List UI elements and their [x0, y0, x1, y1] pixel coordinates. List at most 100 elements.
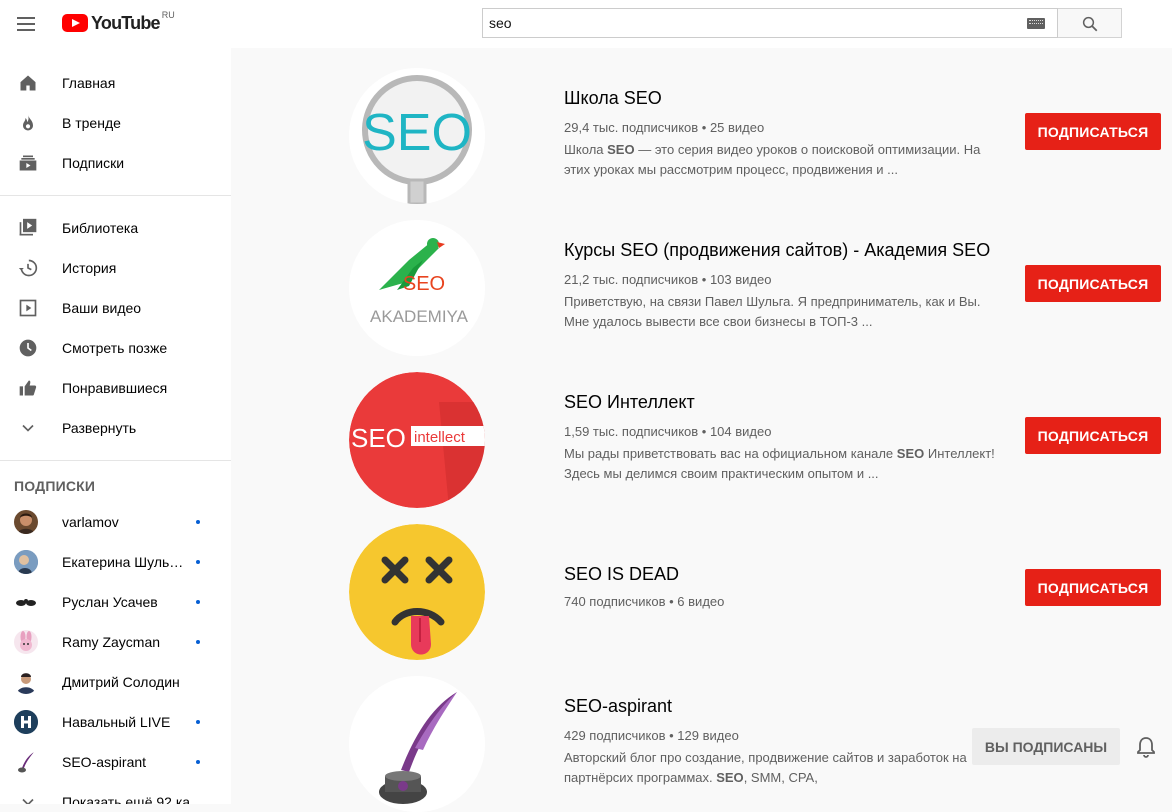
sidebar-item-label: Ваши видео [62, 300, 142, 316]
top-bar: YouTube RU [0, 0, 1172, 48]
subscriptions-section-title: ПОДПИСКИ [14, 478, 96, 494]
sidebar-item-home[interactable]: Главная [0, 63, 231, 103]
home-icon [16, 71, 40, 95]
channel-meta: 740 подписчиков • 6 видео [564, 594, 725, 609]
subscribe-button[interactable]: ПОДПИСАТЬСЯ [1025, 265, 1161, 302]
subscription-name: varlamov [62, 514, 119, 530]
new-content-dot [196, 720, 200, 724]
channel-result: SEO IS DEAD 740 подписчиков • 6 видео ПО… [231, 504, 1172, 660]
channel-result: SEO AKADEMIYA Курсы SEO (продвижения сай… [231, 200, 1172, 356]
watch-later-icon [16, 336, 40, 360]
search-icon [1082, 16, 1098, 32]
subscription-item-solodin[interactable]: Дмитрий Солодин [0, 662, 231, 702]
new-content-dot [196, 560, 200, 564]
subscribe-button[interactable]: ПОДПИСАТЬСЯ [1025, 569, 1161, 606]
youtube-logo[interactable]: YouTube RU [62, 10, 175, 34]
youtube-play-icon [62, 14, 88, 32]
subscription-name: Дмитрий Солодин [62, 674, 180, 690]
new-content-dot [196, 520, 200, 524]
fire-icon [16, 111, 40, 135]
sidebar-item-library[interactable]: Библиотека [0, 208, 231, 248]
channel-meta: 1,59 тыс. подписчиков • 104 видео [564, 424, 772, 439]
avatar-logo-text: SEO [362, 104, 472, 162]
search-results: SEO Школа SEO 29,4 тыс. подписчиков • 25… [231, 48, 1172, 812]
sidebar-item-expand[interactable]: Развернуть [0, 408, 231, 448]
avatar [14, 510, 38, 534]
channel-description: Мы рады приветствовать вас на официально… [564, 446, 995, 481]
hamburger-menu-icon[interactable] [14, 12, 38, 36]
new-content-dot [196, 760, 200, 764]
channel-result: SEO intellect SEO Интеллект 1,59 тыс. по… [231, 352, 1172, 508]
your-videos-icon [16, 296, 40, 320]
sidebar-item-label: История [62, 260, 117, 276]
history-icon [16, 256, 40, 280]
channel-meta: 21,2 тыс. подписчиков • 103 видео [564, 272, 772, 287]
subscribed-button[interactable]: ВЫ ПОДПИСАНЫ [972, 728, 1120, 765]
subscription-name: Навальный LIVE [62, 714, 171, 730]
channel-result: SEO-aspirant 429 подписчиков • 129 видео… [231, 656, 1172, 812]
avatar [14, 710, 38, 734]
avatar [14, 630, 38, 654]
subscription-name: Екатерина Шульман [62, 554, 188, 570]
new-content-dot [196, 640, 200, 644]
avatar [14, 670, 38, 694]
sidebar: Главная В тренде Подписки Библиотека Ист… [0, 48, 231, 804]
channel-title[interactable]: Курсы SEO (продвижения сайтов) - Академи… [564, 240, 990, 261]
sidebar-item-watch-later[interactable]: Смотреть позже [0, 328, 231, 368]
sidebar-item-subscriptions[interactable]: Подписки [0, 143, 231, 183]
subscribe-button[interactable]: ПОДПИСАТЬСЯ [1025, 417, 1161, 454]
logo-region: RU [161, 10, 175, 20]
channel-description: Авторский блог про создание, продвижение… [564, 750, 967, 785]
channel-meta: 29,4 тыс. подписчиков • 25 видео [564, 120, 765, 135]
sidebar-show-more[interactable]: Показать ещё 92 ка [0, 782, 231, 804]
subscribe-button[interactable]: ПОДПИСАТЬСЯ [1025, 113, 1161, 150]
subscriptions-icon [16, 151, 40, 175]
library-icon [16, 216, 40, 240]
channel-avatar[interactable] [349, 524, 485, 660]
avatar-logo-text: SEO [403, 273, 445, 295]
sidebar-item-label: Главная [62, 75, 116, 91]
channel-title[interactable]: SEO Интеллект [564, 392, 695, 413]
channel-title[interactable]: SEO IS DEAD [564, 564, 679, 585]
search-input[interactable] [483, 9, 1018, 37]
avatar-logo-subtext: intellect [414, 429, 466, 446]
channel-description: Приветствую, на связи Павел Шульга. Я пр… [564, 294, 981, 329]
subscription-item-zaycman[interactable]: Ramy Zaycman [0, 622, 231, 662]
sidebar-item-label: Смотреть позже [62, 340, 168, 356]
sidebar-divider [0, 460, 231, 461]
subscription-name: Ramy Zaycman [62, 634, 161, 650]
channel-avatar[interactable] [349, 676, 485, 812]
subscription-item-seo-aspirant[interactable]: SEO-aspirant [0, 742, 231, 782]
channel-avatar[interactable]: SEO [349, 68, 485, 204]
sidebar-item-label: Подписки [62, 155, 125, 171]
notification-bell-icon[interactable] [1134, 735, 1158, 759]
subscription-item-usachev[interactable]: Руслан Усачев [0, 582, 231, 622]
sidebar-divider [0, 195, 231, 196]
avatar-logo-text: SEO [351, 423, 406, 453]
channel-avatar[interactable]: SEO AKADEMIYA [349, 220, 485, 356]
show-more-label: Показать ещё 92 ка [62, 794, 191, 804]
sidebar-item-trending[interactable]: В тренде [0, 103, 231, 143]
keyboard-icon[interactable] [1027, 18, 1045, 29]
search-button[interactable] [1058, 8, 1122, 38]
avatar [14, 590, 38, 614]
sidebar-item-liked[interactable]: Понравившиеся [0, 368, 231, 408]
avatar-logo-subtext: AKADEMIYA [370, 307, 469, 326]
avatar [14, 550, 38, 574]
avatar [14, 750, 38, 774]
channel-avatar[interactable]: SEO intellect [349, 372, 485, 508]
subscription-item-shulman[interactable]: Екатерина Шульман [0, 542, 231, 582]
subscription-item-varlamov[interactable]: varlamov [0, 502, 231, 542]
sidebar-item-label: Понравившиеся [62, 380, 168, 396]
sidebar-item-your-videos[interactable]: Ваши видео [0, 288, 231, 328]
subscription-name: Руслан Усачев [62, 594, 158, 610]
sidebar-item-label: Библиотека [62, 220, 139, 236]
sidebar-item-history[interactable]: История [0, 248, 231, 288]
channel-result: SEO Школа SEO 29,4 тыс. подписчиков • 25… [231, 48, 1172, 204]
channel-title[interactable]: SEO-aspirant [564, 696, 672, 717]
channel-title[interactable]: Школа SEO [564, 88, 662, 109]
chevron-down-icon [16, 790, 40, 804]
subscription-item-navalny-live[interactable]: Навальный LIVE [0, 702, 231, 742]
sidebar-item-label: Развернуть [62, 420, 137, 436]
channel-meta: 429 подписчиков • 129 видео [564, 728, 739, 743]
